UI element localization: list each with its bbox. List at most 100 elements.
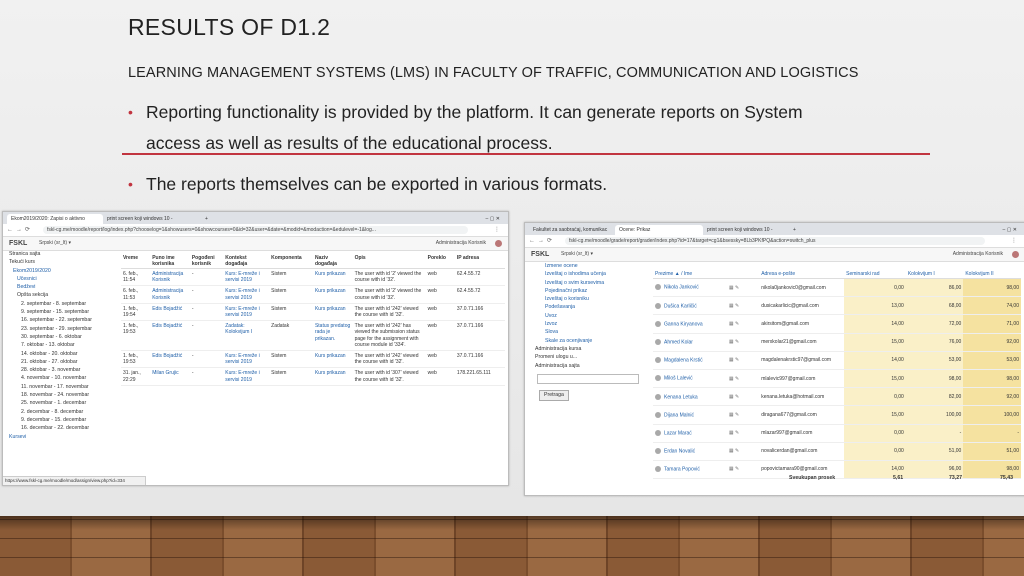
grade-cell[interactable]: 100,00	[905, 405, 964, 425]
student-name[interactable]: Dušica Karličić	[653, 296, 727, 316]
student-name-text[interactable]: Dijana Malnić	[664, 412, 694, 418]
student-name[interactable]: Kenana Letuka	[653, 387, 727, 407]
browser-tab-grades[interactable]: Ocene: Prikaz	[615, 225, 703, 235]
sidebar-item[interactable]: 14. oktobar - 20. oktobar	[3, 350, 121, 358]
student-name[interactable]: Miloš Lalević	[653, 369, 727, 389]
column-header[interactable]: Vreme	[121, 254, 151, 269]
site-logo[interactable]: FSKL	[531, 248, 549, 261]
grade-icons[interactable]: ▦ ✎	[726, 333, 760, 352]
table-cell[interactable]: Milan Grujic	[150, 367, 190, 386]
grade-cell[interactable]: 71,00	[963, 314, 1021, 334]
table-cell[interactable]: Edis Bojadžić	[150, 320, 190, 352]
browser-tab-faculty[interactable]: Fakultet za saobraćaj, komunikac	[529, 225, 617, 235]
student-name[interactable]: Erdan Novalić	[653, 442, 727, 461]
grade-cell[interactable]: 86,00	[905, 278, 964, 298]
column-header[interactable]	[726, 270, 760, 279]
reload-icon[interactable]: ⟳	[547, 235, 552, 247]
back-icon[interactable]: ←	[7, 224, 13, 236]
browser-tab-search[interactable]: print screen koji windows 10 -	[103, 214, 191, 224]
grade-cell[interactable]: 0,00	[844, 424, 906, 443]
column-header[interactable]: Adresa e-pošte	[759, 270, 845, 279]
language-selector[interactable]: Srpski (sr_lt) ▾	[561, 248, 593, 261]
table-cell[interactable]: Kurs prikazan	[312, 285, 353, 304]
sidebar-item[interactable]: 21. oktobar - 27. oktobar	[3, 358, 121, 366]
grade-icons[interactable]: ▦ ✎	[726, 460, 760, 480]
sidebar-item[interactable]: Izmene ocene	[525, 262, 653, 270]
grade-cell[interactable]: 53,00	[963, 351, 1021, 370]
grade-icons[interactable]: ▦ ✎	[726, 314, 760, 334]
new-tab-icon[interactable]: +	[789, 225, 805, 235]
student-name[interactable]: Magdalena Krstić	[653, 351, 727, 370]
reload-icon[interactable]: ⟳	[25, 224, 30, 236]
table-cell[interactable]: Kurs: E-mrežе i servisi 2019	[223, 285, 270, 304]
sidebar-item[interactable]: Ekom2019/2020	[3, 267, 121, 275]
site-logo[interactable]: FSKL	[9, 237, 27, 250]
sidebar-item[interactable]: Izveštaj o ishodima učenja	[525, 270, 653, 278]
grade-icons[interactable]: ▦ ✎	[726, 296, 760, 316]
column-header[interactable]: Kolokvijum I	[905, 270, 964, 279]
sidebar-item[interactable]: 30. septembar - 6. oktobar	[3, 333, 121, 341]
grade-cell[interactable]: 15,00	[844, 333, 906, 352]
sidebar-item[interactable]: 16. septembar - 22. septembar	[3, 316, 121, 324]
student-name-text[interactable]: Magdalena Krstić	[664, 358, 703, 364]
sidebar-item[interactable]: Izvoz	[525, 320, 653, 328]
sidebar-item[interactable]: Uvoz	[525, 312, 653, 320]
browser-tab-logs[interactable]: Ekom2019/2020: Zapisi o aktivno	[7, 214, 103, 224]
student-name-text[interactable]: Ganna Kiryanova	[664, 321, 703, 327]
sidebar-item[interactable]: 23. septembar - 29. septembar	[3, 325, 121, 333]
new-tab-icon[interactable]: +	[201, 214, 217, 224]
sidebar-item[interactable]: Administracija sajta	[525, 362, 653, 370]
table-cell[interactable]: Kurs prikazan	[312, 303, 353, 322]
column-header[interactable]: Poreklo	[425, 254, 455, 269]
grade-cell[interactable]: 98,00	[963, 278, 1021, 298]
column-header[interactable]: Pogođeni korisnik	[189, 254, 224, 269]
student-name[interactable]: Tamara Popović	[653, 460, 727, 480]
sidebar-item[interactable]: 28. oktobar - 3. novembar	[3, 366, 121, 374]
column-header[interactable]: Opis	[352, 254, 426, 269]
table-cell[interactable]: Kurs prikazan	[312, 350, 353, 369]
sidebar-item[interactable]: Izveštaj o svim kursevima	[525, 279, 653, 287]
grade-cell[interactable]: 51,00	[905, 442, 964, 461]
back-icon[interactable]: ←	[529, 235, 535, 247]
sidebar-item[interactable]: 16. decembar - 22. decembar	[3, 424, 121, 432]
menu-icon[interactable]: ⋮	[1011, 235, 1017, 247]
sidebar-item[interactable]: Stranica sajta	[3, 250, 121, 258]
sidebar-item[interactable]: 4. novembar - 10. novembar	[3, 374, 121, 382]
column-header[interactable]: Kolokvijum II	[963, 270, 1021, 279]
student-name-text[interactable]: Ahmed Kolar	[664, 339, 693, 345]
user-name[interactable]: Administracija Korisnik	[436, 237, 486, 250]
grade-cell[interactable]: 98,00	[963, 369, 1021, 389]
grade-icons[interactable]: ▦ ✎	[726, 442, 760, 461]
sidebar-item[interactable]: 2. septembar - 8. septembar	[3, 300, 121, 308]
sidebar-item[interactable]: Administracija kursa	[525, 345, 653, 353]
search-input[interactable]	[537, 373, 639, 384]
window-controls-icon[interactable]: – ▢ ✕	[482, 214, 504, 224]
sidebar-item[interactable]: 9. decembar - 15. decembar	[3, 416, 121, 424]
student-name[interactable]: Nikola Janković	[653, 278, 727, 298]
avatar[interactable]	[1012, 251, 1019, 258]
sidebar-item[interactable]: Izveštaj o korisniku	[525, 295, 653, 303]
grade-cell[interactable]: 15,00	[844, 405, 906, 425]
grade-cell[interactable]: 14,00	[844, 314, 906, 334]
column-header[interactable]: IP adresa	[454, 254, 505, 269]
grade-cell[interactable]: 0,00	[844, 278, 906, 298]
student-name[interactable]: Ahmed Kolar	[653, 333, 727, 352]
grade-cell[interactable]: 53,00	[905, 351, 964, 370]
grade-cell[interactable]: -	[963, 424, 1021, 443]
student-name[interactable]: Ganna Kiryanova	[653, 314, 727, 334]
table-cell[interactable]: Kurs: E-mrežе i servisi 2019	[223, 268, 270, 287]
table-cell[interactable]: Edis Bojadžić	[150, 350, 190, 369]
avatar[interactable]	[495, 240, 502, 247]
grade-cell[interactable]: 72,00	[905, 314, 964, 334]
grade-cell[interactable]: 76,00	[905, 333, 964, 352]
browser-tab-search[interactable]: print screen koji windows 10 -	[703, 225, 791, 235]
column-header[interactable]: Prezime ▲ / Ime	[653, 270, 727, 279]
sidebar-item[interactable]: Tekući kurs	[3, 258, 121, 266]
language-selector[interactable]: Srpski (sr_lt) ▾	[39, 237, 71, 250]
student-name[interactable]: Dijana Malnić	[653, 405, 727, 425]
grade-icons[interactable]: ▦ ✎	[726, 278, 760, 298]
grade-cell[interactable]: 100,00	[963, 405, 1021, 425]
table-cell[interactable]: Administracija Korisnik	[150, 285, 190, 304]
column-header[interactable]: Kontekst događaja	[223, 254, 270, 269]
table-cell[interactable]: Edis Bojadžić	[150, 303, 190, 322]
